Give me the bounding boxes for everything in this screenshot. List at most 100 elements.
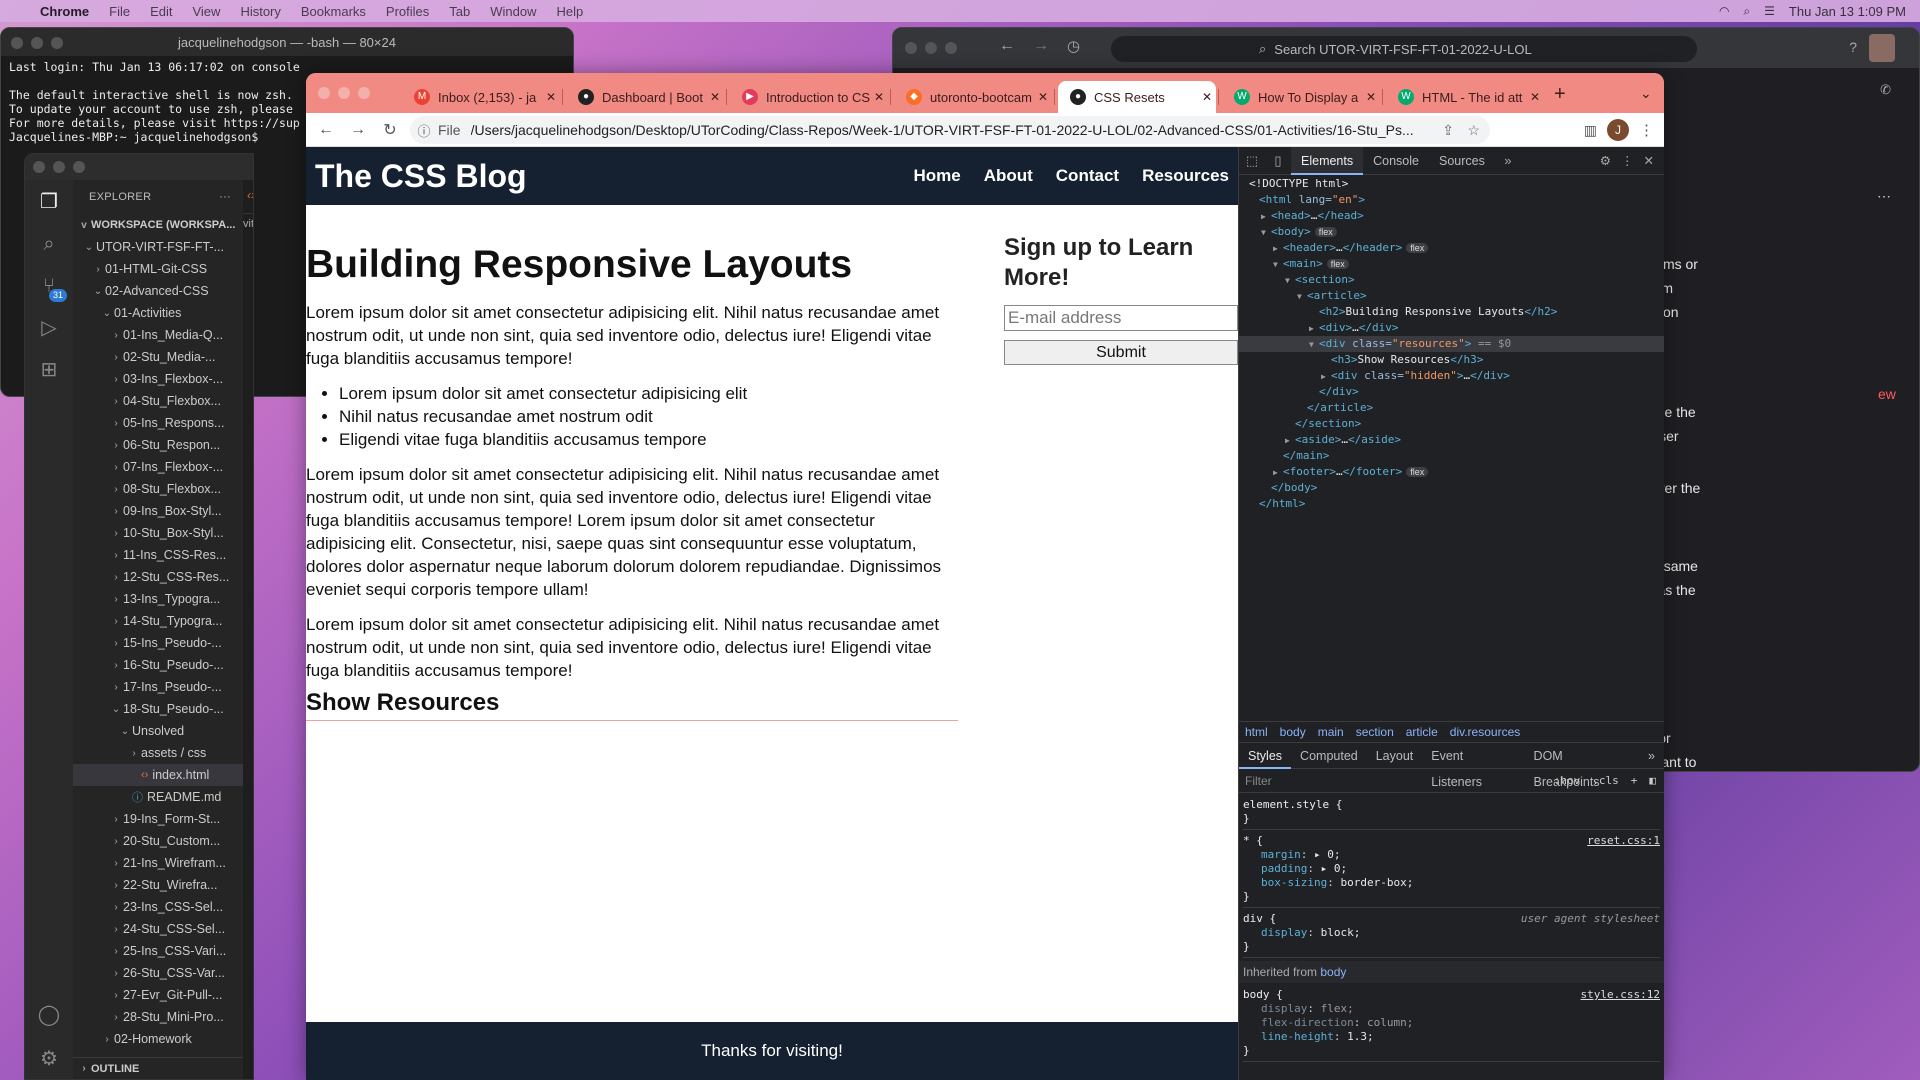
dom-breadcrumb-item[interactable]: div.resources — [1450, 725, 1520, 739]
control-center-icon[interactable]: ☰ — [1764, 4, 1775, 18]
rule-declaration[interactable]: box-sizing: border-box; — [1243, 876, 1660, 890]
triangle-right-icon[interactable]: ▶ — [1309, 321, 1319, 337]
triangle-down-icon[interactable]: ▼ — [1297, 289, 1307, 305]
tab-close-icon[interactable]: ✕ — [1362, 90, 1380, 104]
flex-badge[interactable]: flex — [1406, 243, 1429, 253]
dom-node[interactable]: </html> — [1239, 496, 1664, 512]
browser-tab[interactable]: W How To Display a ✕ — [1222, 81, 1380, 113]
triangle-down-icon[interactable]: ▼ — [1261, 225, 1271, 241]
rule-declaration[interactable]: display: block; — [1243, 926, 1660, 940]
forward-arrow-icon[interactable]: → — [1033, 37, 1049, 55]
hov-toggle[interactable]: :hov — [1554, 774, 1581, 787]
dom-breadcrumb-item[interactable]: section — [1356, 725, 1394, 739]
computed-sidebar-icon[interactable]: ◧ — [1649, 774, 1656, 787]
editor-tab[interactable]: ‹› index — [243, 180, 253, 214]
tab-search-chevron-icon[interactable]: ⌄ — [1640, 85, 1652, 102]
kebab-menu-icon[interactable]: ⋮ — [1621, 153, 1634, 168]
wifi-icon[interactable]: ◠ — [1719, 4, 1729, 18]
rule-declaration[interactable]: padding: ▸ 0; — [1243, 862, 1660, 876]
tree-item[interactable]: › 27-Evr_Git-Pull-... — [73, 984, 243, 1006]
close-icon[interactable]: ✕ — [1644, 153, 1654, 168]
source-control-icon[interactable]: ⑂ 31 — [35, 272, 67, 302]
menu-item[interactable]: File — [99, 4, 140, 19]
more-tabs-icon[interactable]: » — [1495, 153, 1521, 168]
account-icon[interactable]: ◯ — [35, 1001, 63, 1029]
styles-filter[interactable]: Filter :hov .cls + ◧ — [1239, 769, 1664, 793]
triangle-right-icon[interactable]: ▶ — [1273, 465, 1283, 481]
tree-item[interactable]: › 11-Ins_CSS-Res... — [73, 544, 243, 566]
styles-tab[interactable]: Event Listeners — [1422, 743, 1524, 789]
tab-close-icon[interactable]: ✕ — [1526, 90, 1544, 104]
tree-item[interactable]: › 22-Stu_Wirefra... — [73, 874, 243, 896]
nav-link-about[interactable]: About — [984, 166, 1033, 186]
back-arrow-icon[interactable]: ← — [310, 121, 342, 139]
styles-tab[interactable]: DOM Breakpoints — [1525, 743, 1640, 789]
dom-node[interactable]: <html lang="en"> — [1239, 192, 1664, 208]
new-rule-plus-icon[interactable]: + — [1631, 774, 1638, 787]
help-icon[interactable]: ? — [1849, 39, 1857, 55]
triangle-right-icon[interactable]: ▶ — [1285, 433, 1295, 449]
triangle-down-icon[interactable]: ▼ — [1273, 257, 1283, 273]
tree-item[interactable]: › 03-Ins_Flexbox-... — [73, 368, 243, 390]
dom-breadcrumb-item[interactable]: body — [1280, 725, 1306, 739]
dom-node[interactable]: </article> — [1239, 400, 1664, 416]
address-bar[interactable]: ⓘ File /Users/jacquelinehodgson/Desktop/… — [410, 116, 1490, 144]
devtools-tab-console[interactable]: Console — [1363, 147, 1429, 175]
style-rule[interactable]: element.style {} — [1243, 797, 1660, 830]
tree-item[interactable]: › 14-Stu_Typogra... — [73, 610, 243, 632]
menu-item[interactable]: View — [182, 4, 230, 19]
tree-item[interactable]: › 19-Ins_Form-St... — [73, 808, 243, 830]
triangle-right-icon[interactable]: ▶ — [1273, 241, 1283, 257]
dom-node[interactable]: ▼ <section> — [1239, 272, 1664, 288]
dom-node[interactable]: ▼ <main> flex — [1239, 256, 1664, 272]
flex-badge[interactable]: flex — [1314, 227, 1337, 237]
triangle-down-icon[interactable]: ▼ — [1285, 273, 1295, 289]
tree-item[interactable]: › 17-Ins_Pseudo-... — [73, 676, 243, 698]
tree-item[interactable]: › 06-Stu_Respon... — [73, 434, 243, 456]
tab-close-icon[interactable]: ✕ — [542, 90, 560, 104]
dom-node[interactable]: <h3>Show Resources</h3> — [1239, 352, 1664, 368]
dom-node[interactable]: ▶ <head>…</head> — [1239, 208, 1664, 224]
dom-breadcrumb-item[interactable]: html — [1245, 725, 1268, 739]
tree-item[interactable]: › 21-Ins_Wirefram... — [73, 852, 243, 874]
browser-tab[interactable]: ◆ utoronto-bootcam ✕ — [894, 81, 1052, 113]
more-icon[interactable]: ··· — [219, 191, 243, 203]
tree-item[interactable]: ⌄ 01-Activities — [73, 302, 243, 324]
menubar-clock[interactable]: Thu Jan 13 1:09 PM — [1789, 4, 1906, 19]
tree-item[interactable]: › 10-Stu_Box-Styl... — [73, 522, 243, 544]
style-rule[interactable]: * {reset.css:1 margin: ▸ 0; padding: ▸ 0; b… — [1243, 833, 1660, 908]
browser-tab[interactable]: M Inbox (2,153) - ja ✕ — [402, 81, 560, 113]
triangle-right-icon[interactable]: ▶ — [1321, 369, 1331, 385]
nav-link-home[interactable]: Home — [913, 166, 960, 186]
dom-node[interactable]: ▼ <article> — [1239, 288, 1664, 304]
phone-icon[interactable]: ✆ — [1880, 82, 1891, 98]
triangle-down-icon[interactable]: ▼ — [1309, 337, 1319, 353]
tree-item[interactable]: ⌄ UTOR-VIRT-FSF-FT-... — [73, 236, 243, 258]
dom-node[interactable]: </body> — [1239, 480, 1664, 496]
history-icon[interactable]: ◷ — [1067, 37, 1080, 55]
triangle-right-icon[interactable]: ▶ — [1261, 209, 1271, 225]
styles-tab[interactable]: Computed — [1291, 743, 1367, 769]
rule-source[interactable]: reset.css:1 — [1587, 834, 1660, 848]
dom-node[interactable]: </main> — [1239, 448, 1664, 464]
cls-toggle[interactable]: .cls — [1592, 774, 1619, 787]
dom-node[interactable]: ▶ <footer>…</footer> flex — [1239, 464, 1664, 480]
tree-item[interactable]: › 01-Ins_Media-Q... — [73, 324, 243, 346]
rule-declaration[interactable]: margin: ▸ 0; — [1243, 848, 1660, 862]
tab-close-icon[interactable]: ✕ — [1034, 90, 1052, 104]
tree-item[interactable]: › 13-Ins_Typogra... — [73, 588, 243, 610]
menu-item[interactable]: History — [230, 4, 290, 19]
dom-node[interactable]: ▶ <div>…</div> — [1239, 320, 1664, 336]
devtools-tab-sources[interactable]: Sources — [1429, 147, 1495, 175]
dom-node[interactable]: ▶ <header>…</header> flex — [1239, 240, 1664, 256]
tree-item[interactable]: › 08-Stu_Flexbox... — [73, 478, 243, 500]
tree-item[interactable]: ⌄ Unsolved — [73, 720, 243, 742]
tree-item[interactable]: › assets / css — [73, 742, 243, 764]
browser-tab[interactable]: ▶ Introduction to CS ✕ — [730, 81, 888, 113]
inspect-element-icon[interactable]: ⬚ — [1239, 153, 1265, 169]
dom-node[interactable]: ▶ <div class="hidden">…</div> — [1239, 368, 1664, 384]
nav-link-resources[interactable]: Resources — [1142, 166, 1229, 186]
more-tabs-icon[interactable]: » — [1639, 743, 1664, 769]
menu-item[interactable]: Help — [547, 4, 594, 19]
workspace-header[interactable]: v WORKSPACE (WORKSPA... — [73, 214, 243, 236]
